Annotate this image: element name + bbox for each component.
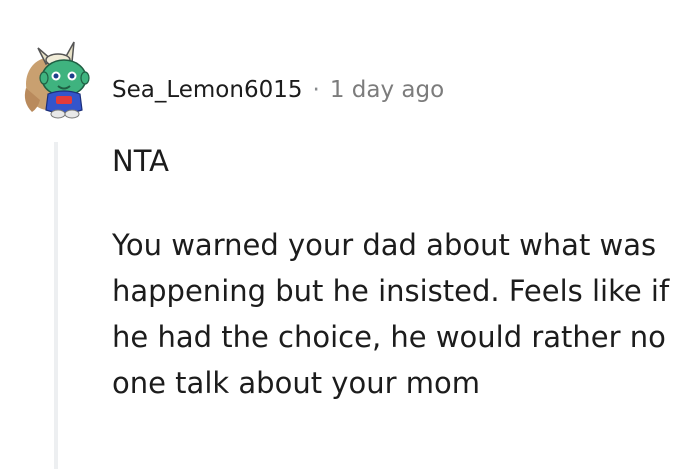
snoo-avatar-icon [24, 41, 90, 119]
thread-collapse-line[interactable] [54, 142, 58, 469]
comment: Sea_Lemon6015 · 1 day ago NTA You warned… [0, 0, 700, 469]
meta-separator: · [312, 77, 320, 103]
comment-meta: Sea_Lemon6015 · 1 day ago [112, 72, 444, 108]
user-avatar[interactable] [18, 38, 96, 120]
comment-paragraph: NTA [112, 144, 169, 178]
author-username[interactable]: Sea_Lemon6015 [112, 77, 303, 103]
comment-body: NTA You warned your dad about what was h… [112, 138, 697, 406]
comment-timestamp[interactable]: 1 day ago [330, 77, 444, 103]
comment-paragraph: You warned your dad about what was happe… [112, 228, 670, 400]
